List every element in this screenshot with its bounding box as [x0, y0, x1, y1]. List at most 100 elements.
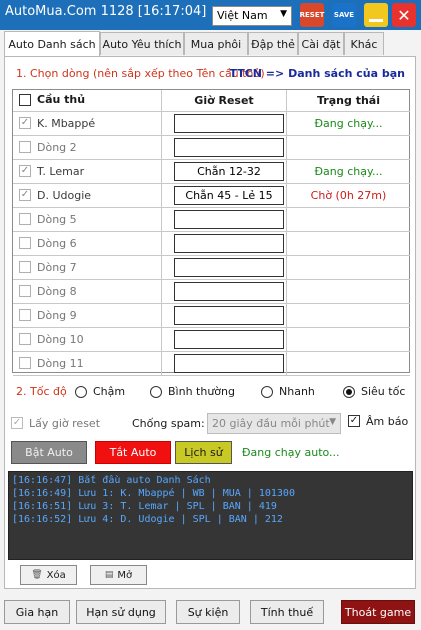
main-panel: 1. Chọn dòng (nên sắp xếp theo Tên cầu t… [4, 56, 416, 589]
close-icon: ✕ [397, 5, 411, 25]
exit-game-button[interactable]: Thoát game [341, 600, 415, 624]
save-icon: SAVE [333, 11, 355, 19]
status-cell [287, 304, 410, 328]
row-checkbox[interactable]: ✓ [19, 165, 31, 177]
status-text: Đang chạy... [314, 165, 383, 178]
status-cell: Đang chạy... [287, 112, 410, 136]
table-row[interactable]: Dòng 8 [13, 280, 162, 304]
reset-time-input[interactable] [174, 210, 284, 229]
table-row[interactable]: Dòng 7 [13, 256, 162, 280]
expiry-button[interactable]: Hạn sử dụng [76, 600, 166, 624]
clear-log-button[interactable]: 🗑 Xóa [20, 565, 77, 585]
speed-radio-fast[interactable] [261, 386, 273, 398]
sound-checkbox[interactable]: ✓ [348, 415, 360, 427]
auto-status-text: Đang chạy auto... [242, 446, 340, 459]
table-row[interactable]: ✓ K. Mbappé [13, 112, 162, 136]
document-icon: ▤ [104, 570, 114, 580]
section-1-label: 1. Chọn dòng (nên sắp xếp theo Tên cầu t… [16, 67, 265, 80]
tab-khac[interactable]: Khác [344, 32, 384, 55]
player-grid: Cầu thủ Giờ Reset Trạng thái ✓ K. Mbappé Đ… [12, 89, 410, 376]
language-value: Việt Nam [217, 9, 268, 22]
speed-label-normal: Bình thường [168, 385, 235, 398]
status-cell [287, 256, 410, 280]
header-time: Giờ Reset [162, 90, 287, 112]
status-cell [287, 232, 410, 256]
player-name: Dòng 11 [37, 357, 84, 370]
reset-time-input[interactable] [174, 258, 284, 277]
row-checkbox[interactable] [19, 141, 31, 153]
select-all-checkbox[interactable] [19, 94, 31, 106]
log-line: [16:16:51] Lưu 3: T. Lemar | SPL | BAN |… [12, 501, 277, 512]
spam-label: Chống spam: [132, 417, 205, 430]
row-checkbox[interactable] [19, 213, 31, 225]
spam-select[interactable]: 20 giây đầu mỗi phút ▼ [207, 413, 341, 434]
reset-time-input[interactable] [174, 234, 284, 253]
reset-time-input[interactable] [174, 306, 284, 325]
reset-time-cell [162, 352, 287, 376]
row-checkbox[interactable] [19, 309, 31, 321]
reset-time-input[interactable]: Chẵn 45 - Lẻ 15 [174, 186, 284, 205]
status-cell [287, 328, 410, 352]
status-cell [287, 136, 410, 160]
reset-time-input[interactable] [174, 330, 284, 349]
row-checkbox[interactable] [19, 357, 31, 369]
player-name: Dòng 10 [37, 333, 84, 346]
table-row[interactable]: Dòng 11 [13, 352, 162, 376]
tax-button[interactable]: Tính thuế [250, 600, 324, 624]
open-log-button[interactable]: ▤ Mở [90, 565, 147, 585]
tab-cai-dat[interactable]: Cài đặt [298, 32, 344, 55]
player-name: D. Udogie [37, 189, 92, 202]
tab-mua-phoi[interactable]: Mua phôi [184, 32, 248, 55]
reset-time-cell [162, 112, 287, 136]
table-row[interactable]: Dòng 6 [13, 232, 162, 256]
status-cell [287, 208, 410, 232]
ttcn-link[interactable]: TTCN => Danh sách của bạn [229, 67, 405, 80]
sound-label: Âm báo [366, 415, 409, 428]
extend-button[interactable]: Gia hạn [4, 600, 70, 624]
row-checkbox[interactable]: ✓ [19, 189, 31, 201]
row-checkbox[interactable] [19, 237, 31, 249]
speed-radio-normal[interactable] [150, 386, 162, 398]
player-name: Dòng 6 [37, 237, 77, 250]
spam-value: 20 giây đầu mỗi phút [212, 417, 330, 430]
chevron-down-icon: ▼ [329, 417, 336, 427]
player-name: K. Mbappé [37, 117, 96, 130]
tab-dap-the[interactable]: Đập thẻ [248, 32, 298, 55]
chevron-down-icon: ▼ [280, 9, 287, 19]
row-checkbox[interactable] [19, 333, 31, 345]
reset-time-input[interactable] [174, 138, 284, 157]
table-row[interactable]: Dòng 2 [13, 136, 162, 160]
table-row[interactable]: Dòng 10 [13, 328, 162, 352]
status-cell [287, 352, 410, 376]
reset-button[interactable]: RESET [300, 3, 324, 27]
row-checkbox[interactable] [19, 261, 31, 273]
reset-time-input[interactable] [174, 114, 284, 133]
tab-auto-yeu-thich[interactable]: Auto Yêu thích [100, 32, 184, 55]
table-row[interactable]: Dòng 5 [13, 208, 162, 232]
window-title: AutoMua.Com 1128 [16:17:04] [5, 4, 207, 19]
reset-time-cell [162, 280, 287, 304]
start-auto-button[interactable]: Bật Auto [11, 441, 87, 464]
speed-radio-super[interactable] [343, 386, 355, 398]
save-button[interactable]: SAVE [332, 3, 356, 27]
language-select[interactable]: Việt Nam ▼ [212, 6, 292, 26]
player-name: T. Lemar [37, 165, 85, 178]
stop-auto-button[interactable]: Tắt Auto [95, 441, 171, 464]
reset-time-checkbox[interactable]: ✓ [11, 417, 23, 429]
table-row[interactable]: Dòng 9 [13, 304, 162, 328]
history-button[interactable]: Lịch sử [175, 441, 232, 464]
minimize-button[interactable] [364, 3, 388, 27]
reset-time-cell [162, 208, 287, 232]
events-button[interactable]: Sự kiện [176, 600, 240, 624]
reset-time-input[interactable] [174, 282, 284, 301]
speed-radio-slow[interactable] [75, 386, 87, 398]
tab-auto-danh-sach[interactable]: Auto Danh sách [4, 31, 100, 56]
reset-time-cell [162, 232, 287, 256]
table-row[interactable]: ✓ D. Udogie [13, 184, 162, 208]
reset-time-input[interactable] [174, 354, 284, 373]
row-checkbox[interactable] [19, 285, 31, 297]
table-row[interactable]: ✓ T. Lemar [13, 160, 162, 184]
reset-time-input[interactable]: Chẵn 12-32 [174, 162, 284, 181]
row-checkbox[interactable]: ✓ [19, 117, 31, 129]
close-button[interactable]: ✕ [392, 3, 416, 27]
